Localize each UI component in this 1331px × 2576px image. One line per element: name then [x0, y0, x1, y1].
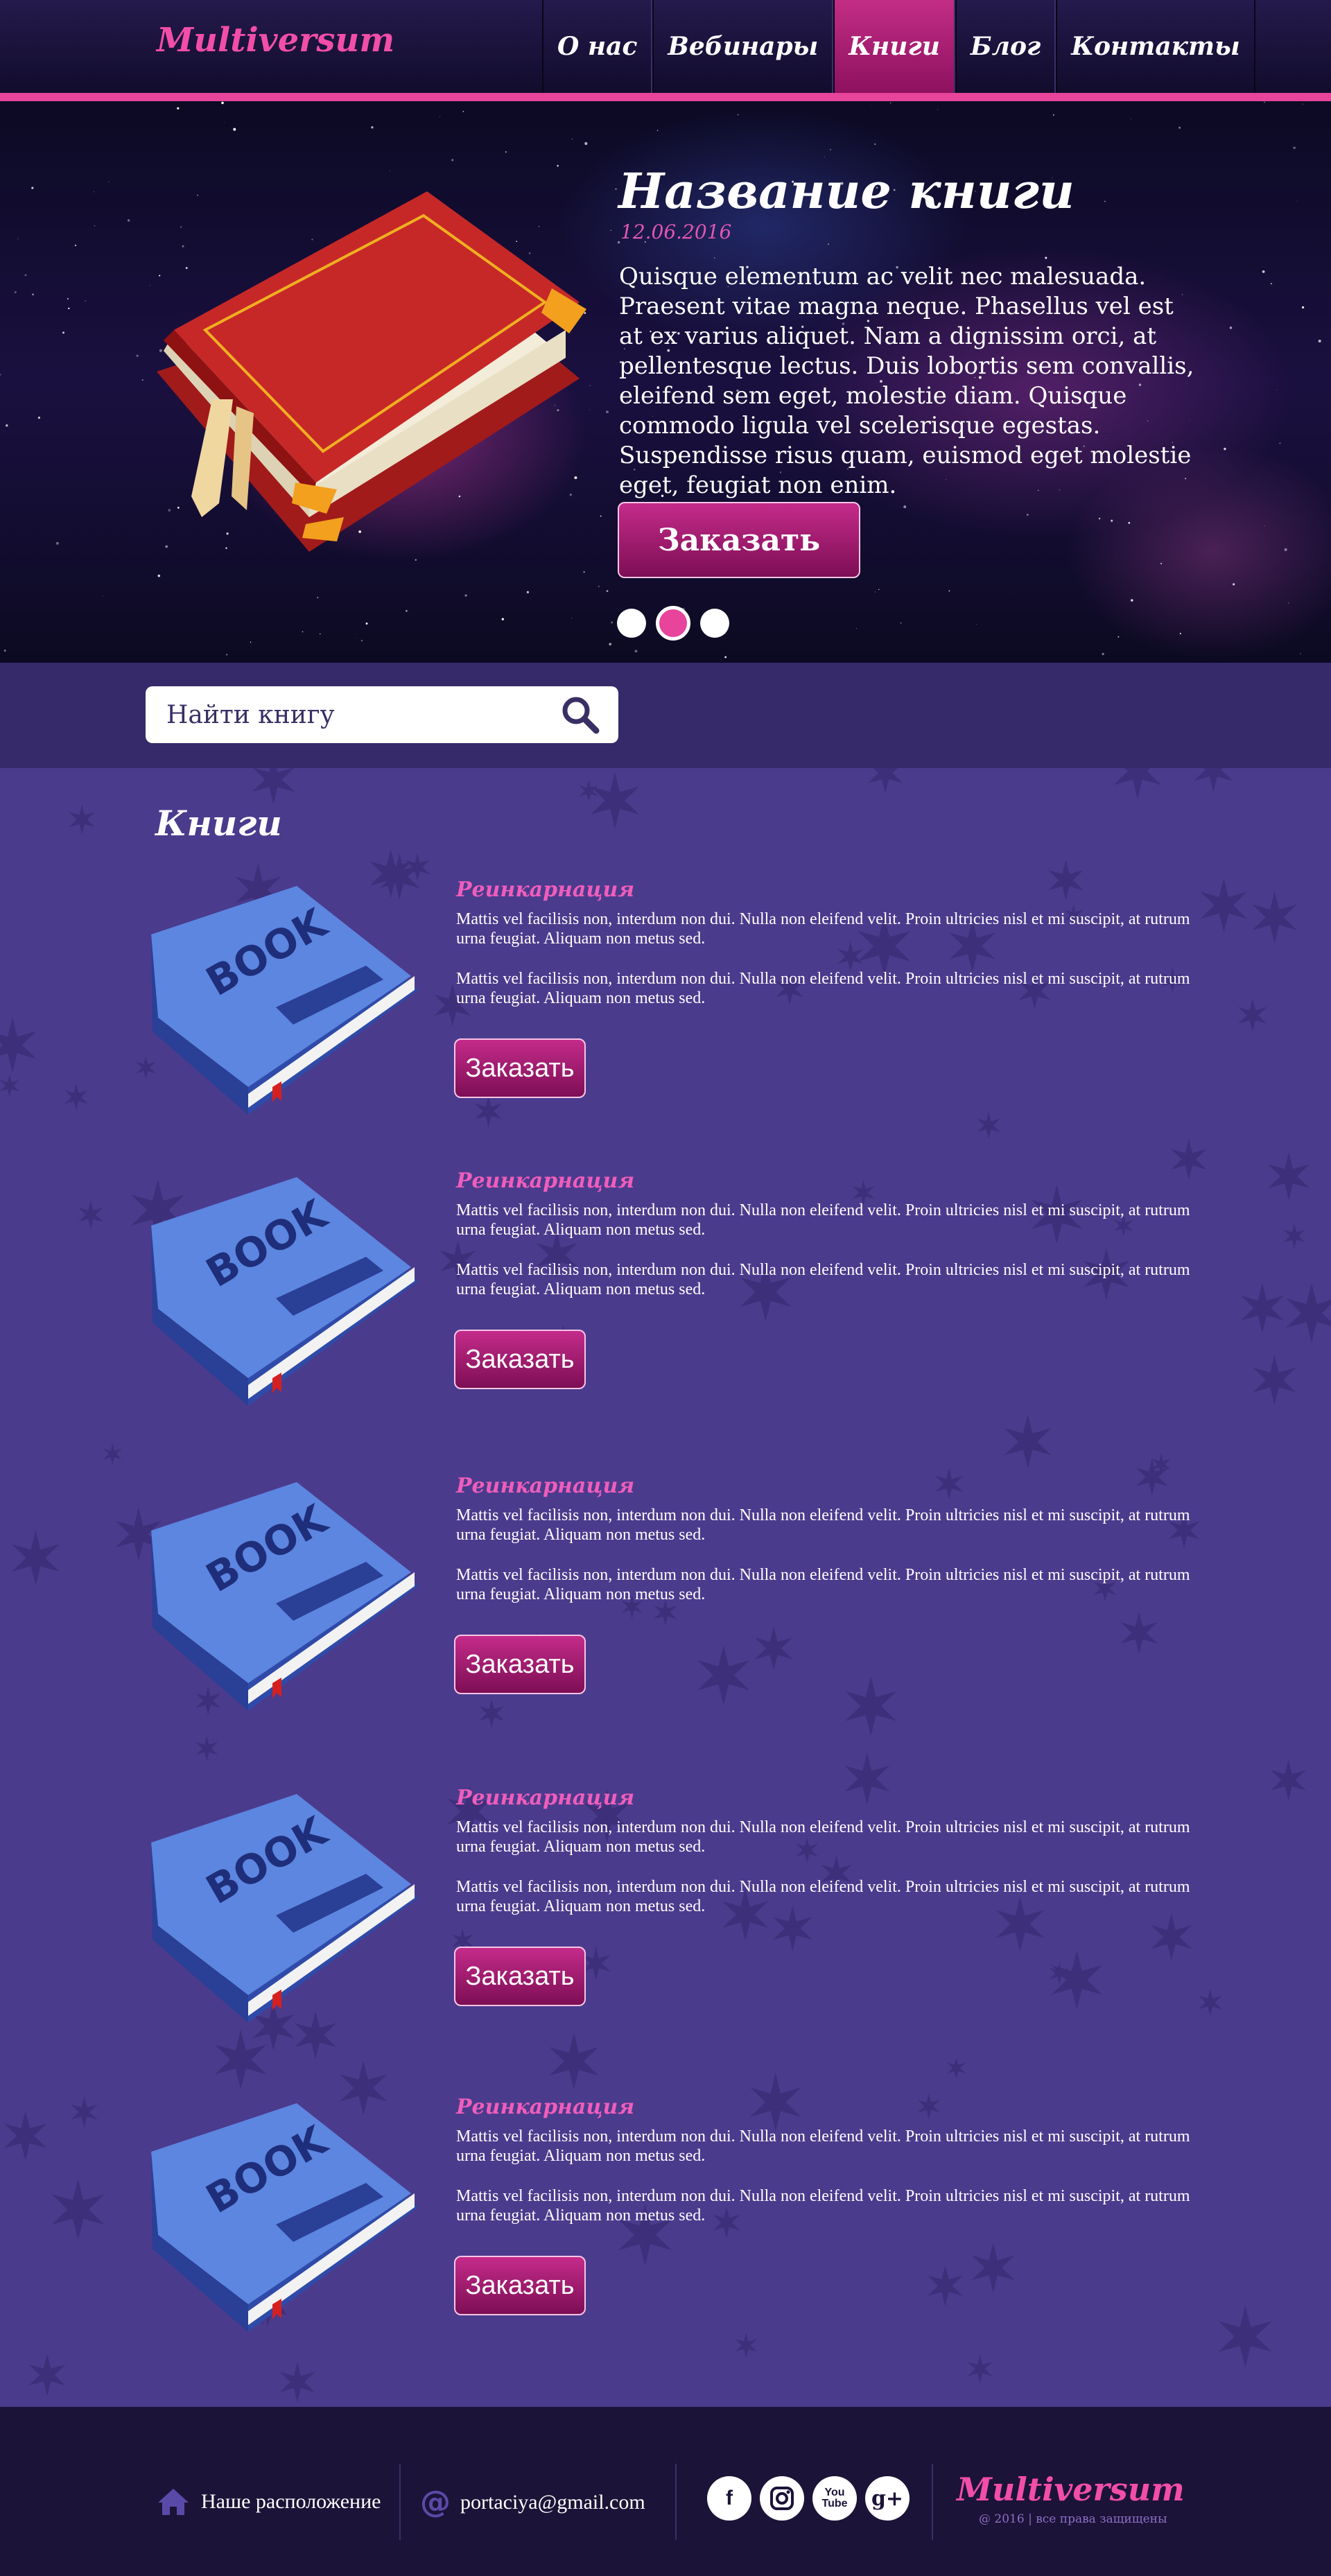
- book-description: Mattis vel facilisis non, interdum non d…: [456, 970, 1190, 1007]
- nav-item-webinars[interactable]: Вебинары: [652, 0, 834, 93]
- at-icon: @: [420, 2484, 451, 2520]
- book-item: BOOK Реинкарнация Mattis vel facilisis n…: [0, 1786, 1331, 2035]
- footer-email[interactable]: @ portaciya@gmail.com: [420, 2484, 645, 2520]
- book-title: Реинкарнация: [456, 1169, 635, 1193]
- book-title: Реинкарнация: [456, 878, 635, 902]
- section-title: Книги: [155, 803, 282, 844]
- slider-dots: [617, 606, 729, 641]
- order-button[interactable]: Заказать: [454, 1330, 586, 1389]
- red-book-illustration: [157, 191, 586, 552]
- nav-item-about[interactable]: О нас: [542, 0, 653, 93]
- search-icon[interactable]: [559, 693, 602, 736]
- book-description: Mattis vel facilisis non, interdum non d…: [456, 2127, 1190, 2165]
- order-button[interactable]: Заказать: [454, 1635, 586, 1694]
- footer-divider: [399, 2464, 401, 2540]
- nav-item-blog[interactable]: Блог: [955, 0, 1056, 93]
- slider-dot-2[interactable]: [656, 606, 690, 641]
- book-title: Реинкарнация: [456, 1474, 635, 1498]
- search-input[interactable]: [166, 700, 559, 729]
- book-description: Mattis vel facilisis non, interdum non d…: [456, 1818, 1190, 1856]
- footer-location[interactable]: Наше расположение: [157, 2487, 381, 2516]
- hero-slider: Название книги 12.06.2016 Quisque elemen…: [0, 101, 1331, 663]
- footer-divider: [932, 2464, 933, 2540]
- order-button[interactable]: Заказать: [454, 1947, 586, 2006]
- social-links: f You Tube g+: [707, 2476, 910, 2521]
- book-description: Mattis vel facilisis non, interdum non d…: [456, 1201, 1190, 1239]
- search-bar: [0, 663, 1331, 768]
- order-button[interactable]: Заказать: [454, 1038, 586, 1098]
- hero-title: Название книги: [618, 162, 1075, 220]
- hero-order-button[interactable]: Заказать: [618, 502, 860, 578]
- nav-item-books[interactable]: Книги: [833, 0, 955, 93]
- book-description: Mattis vel facilisis non, interdum non d…: [456, 1566, 1190, 1603]
- books-section: Книги BOOK Реинкарнация Mattis vel facil…: [0, 768, 1331, 2407]
- blue-book-illustration: BOOK: [151, 2103, 418, 2332]
- blue-book-illustration: BOOK: [151, 1794, 418, 2023]
- book-description: Mattis vel facilisis non, interdum non d…: [456, 1261, 1190, 1298]
- blue-book-illustration: BOOK: [151, 1482, 418, 1711]
- book-title: Реинкарнация: [456, 2095, 635, 2119]
- site-logo[interactable]: Multiversum: [157, 21, 394, 60]
- home-icon: [158, 2489, 189, 2515]
- footer-logo[interactable]: Multiversum: [957, 2471, 1185, 2508]
- footer-location-label: Наше расположение: [201, 2490, 381, 2513]
- book-item: BOOK Реинкарнация Mattis vel facilisis n…: [0, 1169, 1331, 1418]
- site-header: Multiversum О нас Вебинары Книги Блог Ко…: [0, 0, 1331, 101]
- book-item: BOOK Реинкарнация Mattis vel facilisis n…: [0, 1474, 1331, 1723]
- hero-description: Quisque elementum ac velit nec malesuada…: [619, 263, 1194, 499]
- youtube-icon[interactable]: You Tube: [812, 2476, 857, 2521]
- slider-dot-3[interactable]: [700, 609, 729, 638]
- book-title: Реинкарнация: [456, 1786, 635, 1810]
- search-box: [146, 686, 618, 743]
- book-item: BOOK Реинкарнация Mattis vel facilisis n…: [0, 878, 1331, 1127]
- site-footer: Наше расположение @ portaciya@gmail.com …: [0, 2407, 1331, 2576]
- footer-email-address: portaciya@gmail.com: [460, 2490, 645, 2514]
- nav-item-contacts[interactable]: Контакты: [1056, 0, 1255, 93]
- book-description: Mattis vel facilisis non, interdum non d…: [456, 1506, 1190, 1544]
- order-button[interactable]: Заказать: [454, 2256, 586, 2315]
- blue-book-illustration: BOOK: [151, 886, 418, 1115]
- blue-book-illustration: BOOK: [151, 1177, 418, 1406]
- footer-divider: [675, 2464, 677, 2540]
- hero-date: 12.06.2016: [620, 220, 732, 243]
- google-plus-icon[interactable]: g+: [865, 2476, 910, 2521]
- instagram-icon[interactable]: [760, 2476, 804, 2521]
- facebook-icon[interactable]: f: [707, 2476, 751, 2521]
- book-description: Mattis vel facilisis non, interdum non d…: [456, 2187, 1190, 2225]
- book-item: BOOK Реинкарнация Mattis vel facilisis n…: [0, 2095, 1331, 2344]
- book-description: Mattis vel facilisis non, interdum non d…: [456, 910, 1190, 948]
- book-description: Mattis vel facilisis non, interdum non d…: [456, 1878, 1190, 1915]
- slider-dot-1[interactable]: [617, 609, 646, 638]
- footer-copyright: @ 2016 | все права защищены: [979, 2512, 1167, 2526]
- main-nav: О нас Вебинары Книги Блог Контакты: [542, 0, 1255, 93]
